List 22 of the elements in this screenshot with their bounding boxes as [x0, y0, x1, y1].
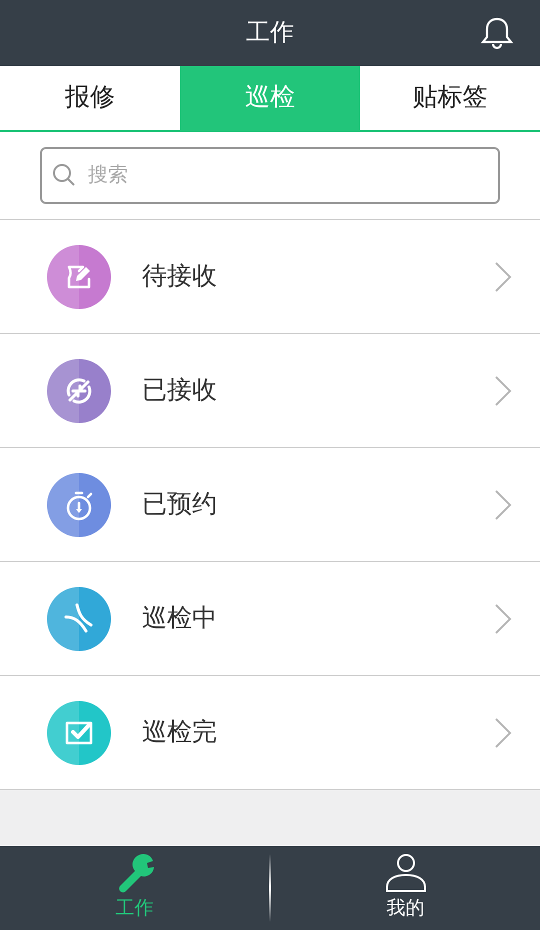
person-icon: [384, 852, 426, 893]
row-label: 待接收: [142, 260, 218, 292]
list-row[interactable]: 巡检中: [0, 562, 540, 676]
chevron-right-icon: [494, 260, 512, 292]
search-icon: [52, 163, 76, 187]
bell-icon[interactable]: [480, 16, 514, 50]
chevron-right-icon: [494, 488, 512, 520]
chevron-right-icon: [494, 374, 512, 406]
row-label: 已预约: [142, 488, 218, 520]
nav-tab[interactable]: 工作: [0, 846, 269, 930]
row-label: 已接收: [142, 374, 218, 406]
nav-tab[interactable]: 我的: [271, 846, 540, 930]
chevron-right-icon: [494, 716, 512, 748]
list-row[interactable]: 已接收: [0, 334, 540, 448]
list-row[interactable]: 巡检完: [0, 676, 540, 790]
list-row[interactable]: 待接收: [0, 220, 540, 334]
page-title: 工作: [246, 18, 294, 48]
row-label: 巡检完: [142, 716, 218, 748]
search-field[interactable]: 搜索: [40, 147, 500, 204]
row-label: 巡检中: [142, 602, 218, 634]
chevron-right-icon: [494, 602, 512, 634]
list-row[interactable]: 已预约: [0, 448, 540, 562]
